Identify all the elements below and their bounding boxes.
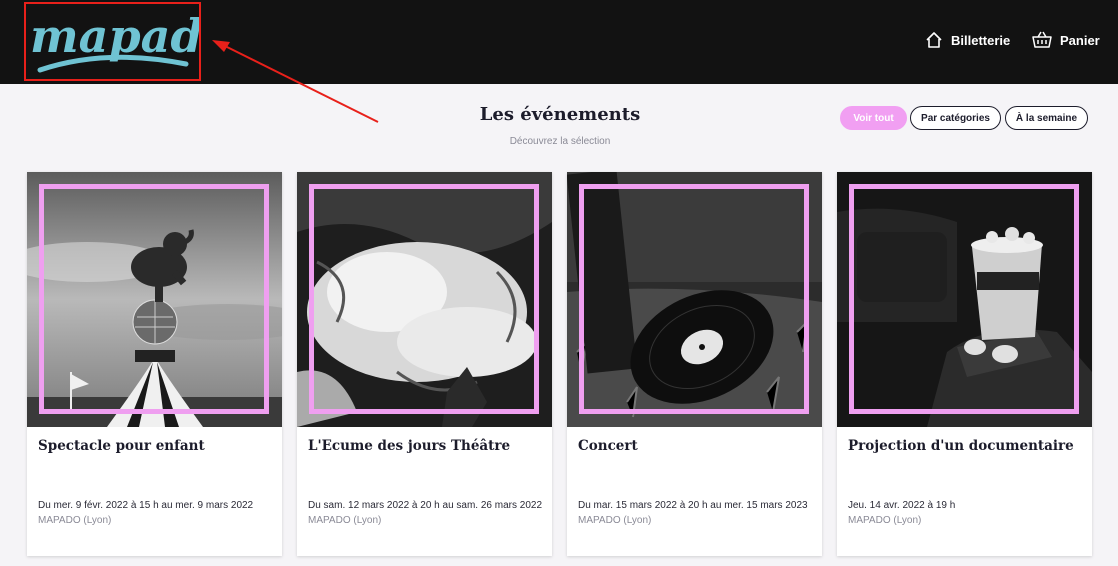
event-venue: MAPADO (Lyon) [308,515,382,526]
event-date: Du mer. 9 févr. 2022 à 15 h au mer. 9 ma… [38,500,254,511]
event-title[interactable]: Concert [578,438,814,454]
logo-highlight-box: mapado [24,2,201,81]
image-highlight-frame [39,184,269,414]
page-subtitle: Découvrez la sélection [509,136,611,147]
event-card[interactable]: Spectacle pour enfant Du mer. 9 févr. 20… [27,172,282,556]
filter-week-button[interactable]: À la semaine [1005,106,1088,130]
event-title[interactable]: Projection d'un documentaire [848,438,1084,454]
event-date-block: Du mar. 15 mars 2022 à 20 h au mer. 15 m… [578,498,818,528]
event-venue: MAPADO (Lyon) [578,515,652,526]
event-title[interactable]: L'Ecume des jours Théâtre [308,438,544,454]
filter-categories-button[interactable]: Par catégories [910,106,1001,130]
event-date-block: Du sam. 12 mars 2022 à 20 h au sam. 26 m… [308,498,548,528]
nav-billetterie-link[interactable]: Billetterie [925,29,1010,51]
nav-panier-label: Panier [1060,32,1100,48]
nav-billetterie-label: Billetterie [951,32,1011,48]
nav-panier-link[interactable]: Panier [1032,29,1100,51]
event-card[interactable]: Projection d'un documentaire Jeu. 14 avr… [837,172,1092,556]
filter-all-button[interactable]: Voir tout [840,106,907,130]
image-highlight-frame [309,184,539,414]
event-card[interactable]: L'Ecume des jours Théâtre Du sam. 12 mar… [297,172,552,556]
event-venue: MAPADO (Lyon) [38,515,112,526]
top-navigation-bar: mapado Billetterie Panier [0,0,1118,84]
image-highlight-frame [849,184,1079,414]
basket-icon [1032,31,1052,48]
event-card[interactable]: Concert Du mar. 15 mars 2022 à 20 h au m… [567,172,822,556]
home-icon [926,32,942,48]
event-venue: MAPADO (Lyon) [848,515,922,526]
event-date: Jeu. 14 avr. 2022 à 19 h [848,500,956,511]
event-date-block: Du mer. 9 févr. 2022 à 15 h au mer. 9 ma… [38,498,278,528]
event-date: Du sam. 12 mars 2022 à 20 h au sam. 26 m… [308,500,543,511]
event-title[interactable]: Spectacle pour enfant [38,438,274,454]
mapado-logo[interactable]: mapado [26,4,199,79]
event-date-block: Jeu. 14 avr. 2022 à 19 h MAPADO (Lyon) [848,498,1088,528]
image-highlight-frame [579,184,809,414]
event-date: Du mar. 15 mars 2022 à 20 h au mer. 15 m… [578,500,808,511]
page-title: Les événements [479,104,641,125]
